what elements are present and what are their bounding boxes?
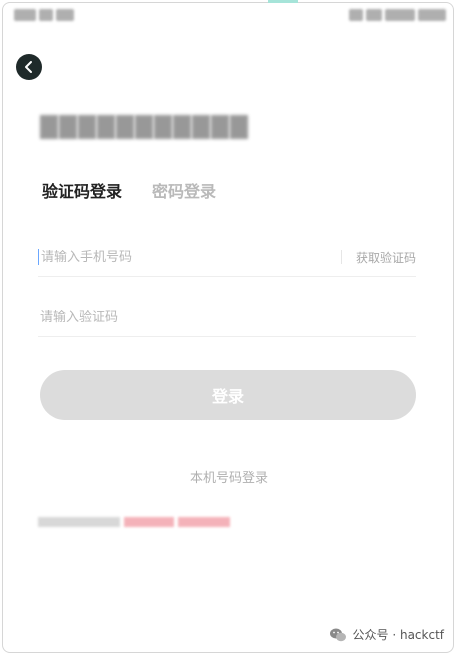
status-time-blurred — [385, 9, 415, 21]
code-field-row — [38, 298, 416, 337]
agreement-link-blurred[interactable] — [124, 517, 174, 527]
tab-password-login[interactable]: 密码登录 — [152, 178, 216, 202]
app-title-blurred — [40, 114, 249, 140]
status-icon-blurred — [366, 9, 382, 21]
status-bar-right — [349, 8, 446, 22]
phone-field-row: 获取验证码 — [38, 238, 416, 277]
status-carrier-blurred — [14, 9, 36, 21]
status-signal-blurred — [39, 9, 53, 21]
watermark: 公众号 · hackctf — [329, 626, 444, 643]
local-number-login-link[interactable]: 本机号码登录 — [0, 467, 458, 486]
login-tabs: 验证码登录 密码登录 — [42, 178, 216, 202]
agreement-link-blurred[interactable] — [178, 517, 230, 527]
watermark-text: 公众号 · hackctf — [352, 628, 444, 642]
agreement-text-blurred[interactable] — [38, 516, 230, 528]
chevron-left-icon — [25, 61, 32, 73]
agreement-text-blurred-part — [38, 517, 120, 527]
top-accent-bar — [268, 0, 298, 3]
back-button[interactable] — [16, 54, 42, 80]
phone-input[interactable] — [39, 249, 341, 265]
status-bar-left — [14, 8, 74, 22]
status-battery-blurred — [418, 9, 446, 21]
status-wifi-blurred — [56, 9, 74, 21]
get-code-button[interactable]: 获取验证码 — [356, 249, 416, 266]
field-separator — [340, 250, 342, 264]
status-icon-blurred — [349, 9, 363, 21]
login-button[interactable]: 登录 — [40, 370, 416, 420]
tab-sms-login[interactable]: 验证码登录 — [42, 178, 122, 202]
wechat-icon — [329, 628, 346, 641]
verification-code-input[interactable] — [38, 309, 416, 325]
